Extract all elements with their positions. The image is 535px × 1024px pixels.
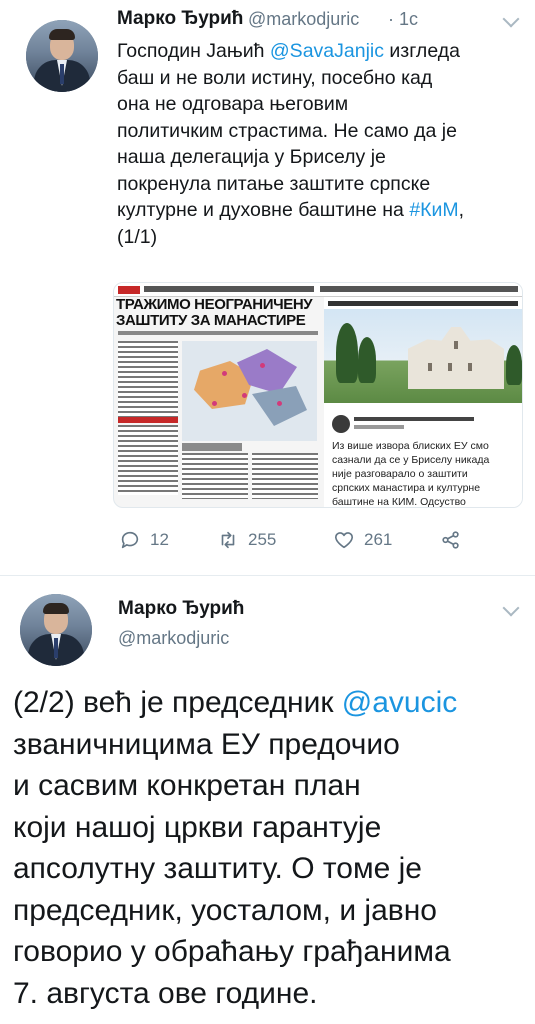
tweet-text-line: апсолутну заштиту. О томе је (13, 848, 528, 890)
tweet-text-line: баш и не воли истину, посебно кад (117, 65, 527, 92)
tweet-text-line: (1/1) (117, 224, 527, 251)
mention-link[interactable]: @avucic (342, 686, 458, 719)
tweet-text-line: председник, уосталом, и јавно (13, 890, 528, 932)
heart-icon (334, 532, 354, 549)
tweet-text-line: (2/2) већ је председник @avucic (13, 682, 528, 724)
tweet-1[interactable]: Марко Ђурић @markodjuric · 1c Господин Ј… (0, 0, 535, 575)
text-segment: изгледа (384, 40, 460, 62)
text-segment: званичницима ЕУ предочио (13, 727, 400, 761)
text-segment: председник, уосталом, и јавно (13, 893, 437, 927)
tweet-text-line: политичким страстима. Не само да је (117, 118, 527, 145)
tweet-text: (2/2) већ је председник @avucic званичниц… (13, 682, 528, 1014)
tweet-text-line: који нашој цркви гарантује (13, 807, 528, 849)
text-segment: наша делегација у Бриселу је (117, 146, 386, 168)
text-segment: културне и духовне баштине на (117, 199, 410, 221)
chevron-down-icon[interactable] (502, 10, 520, 28)
text-segment: баш и не воли истину, посебно кад (117, 66, 433, 89)
reply-count: 12 (150, 530, 169, 549)
text-segment: покренула питање заштите српске (117, 172, 431, 195)
monastery-photo (324, 297, 522, 403)
author-handle[interactable]: @markodjuric (248, 9, 359, 30)
text-segment: политичким страстима. Не само да је (117, 119, 457, 142)
tweet-text-line: наша делегација у Бриселу је (117, 144, 527, 171)
tweet-text-line: Господин Јањић @SavaJanjic изгледа (117, 38, 527, 65)
tweet-text-line: 7. августа ове године. (13, 973, 528, 1015)
tweet-text-line: покренула питање заштите српске (117, 171, 527, 198)
tweet-divider (0, 575, 535, 576)
author-name[interactable]: Марко Ђурић (117, 8, 243, 30)
like-count: 261 (364, 530, 393, 549)
author-name[interactable]: Марко Ђурић (118, 598, 244, 620)
retweet-icon (221, 531, 235, 549)
tweet-text-line: говорио у обраћању грађанима (13, 931, 528, 973)
tweet-text-line: културне и духовне баштине на #КиМ, (117, 197, 527, 224)
mention-link[interactable]: @SavaJanjic (270, 40, 384, 62)
text-segment: и сасвим конкретан план (13, 769, 361, 802)
tweet-text-line: она не одговара његовим (117, 91, 527, 118)
text-segment: (1/1) (117, 225, 158, 248)
hashtag-link[interactable]: #КиМ (409, 199, 458, 221)
retweet-button[interactable]: 255 (217, 527, 276, 553)
reply-button[interactable]: 12 (119, 527, 169, 553)
text-segment: (2/2) већ је председник (13, 686, 342, 719)
tweet-actions: 12 255 261 (113, 527, 523, 553)
retweet-count: 255 (248, 530, 277, 549)
text-segment: она не одговара његовим (117, 93, 349, 115)
newspaper-topline (114, 283, 522, 297)
newspaper-map (182, 341, 317, 441)
chevron-down-icon[interactable] (502, 599, 520, 617)
text-segment: говорио у обраћању грађанима (13, 935, 451, 968)
reply-icon (121, 531, 139, 549)
tweet-media-image[interactable]: ТРАЖИМО НЕОГРАНИЧЕНУ ЗАШТИТУ ЗА МАНАСТИР… (113, 282, 523, 508)
share-icon (442, 531, 459, 549)
like-button[interactable]: 261 (333, 527, 392, 553)
avatar[interactable] (26, 20, 98, 92)
tweet-time[interactable]: · 1c (388, 9, 418, 30)
tweet-text-line: званичницима ЕУ предочио (13, 724, 528, 766)
text-segment: апсолутну заштиту. О томе је (13, 852, 422, 885)
tweet-text: Господин Јањић @SavaJanjic изгледа баш и … (117, 38, 527, 250)
tweet-text-line: и сасвим конкретан план (13, 765, 528, 807)
text-segment: , (458, 199, 465, 221)
author-handle[interactable]: @markodjuric (118, 628, 229, 649)
text-segment: Господин Јањић (117, 40, 270, 62)
share-button[interactable] (440, 527, 471, 553)
quoted-tweet-card: Из више извора блиских ЕУ смо сазнали да… (324, 403, 522, 507)
newspaper-headline: ТРАЖИМО НЕОГРАНИЧЕНУ ЗАШТИТУ ЗА МАНАСТИР… (116, 296, 313, 329)
text-segment: који нашој цркви гарантује (13, 810, 382, 844)
text-segment: 7. августа ове године. (13, 976, 318, 1010)
avatar[interactable] (20, 594, 92, 666)
